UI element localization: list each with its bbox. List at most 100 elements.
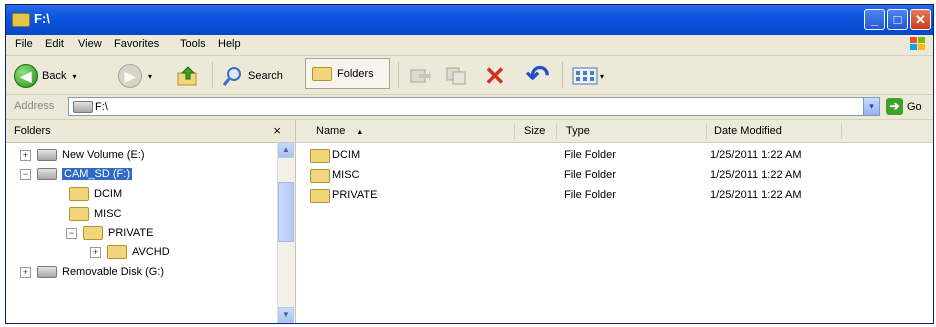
minimize-button[interactable]: _ [864,9,885,30]
search-label: Search [248,70,283,82]
column-divider[interactable] [841,123,842,139]
go-button[interactable]: ➔ Go [886,98,922,115]
expand-icon[interactable]: + [20,266,31,278]
column-header-name[interactable]: Name ▲ [316,125,363,137]
file-name: DCIM [332,149,361,161]
column-divider[interactable] [706,123,707,139]
search-icon [222,67,241,86]
folders-pane: Folders × + New Volume (E:) − CAM_SD (F:… [6,120,296,323]
menu-tools[interactable]: Tools [180,38,206,50]
maximize-button[interactable]: □ [887,9,908,30]
back-label: Back [42,70,67,82]
file-list-pane: Name ▲ Size Type Date Modified DCIM File… [296,120,933,323]
forward-dropdown-icon[interactable]: ▾ [148,72,152,81]
address-value: F:\ [95,101,108,113]
toolbar: ◀ Back ▾ ▶ ▾ Search Folders ✕ ↶ ▾ [6,56,933,95]
file-row[interactable]: DCIM File Folder 1/25/2011 1:22 AM [296,147,933,165]
folders-label: Folders [337,67,374,80]
column-header-size[interactable]: Size [524,125,545,137]
undo-button[interactable]: ↶ [526,62,549,90]
column-headers: Name ▲ Size Type Date Modified [296,120,933,143]
tree-item-cam-sd[interactable]: − CAM_SD (F:) [20,165,132,183]
go-label: Go [907,100,922,113]
folder-icon [310,149,330,163]
collapse-icon[interactable]: − [20,168,31,180]
scroll-thumb[interactable] [278,182,294,242]
column-header-date-modified[interactable]: Date Modified [714,125,782,137]
views-button[interactable]: ▾ [572,64,604,88]
close-button[interactable]: ✕ [910,9,931,30]
views-dropdown-icon[interactable]: ▾ [600,72,604,81]
tree-item-dcim[interactable]: DCIM [69,185,122,203]
tree-item-avchd[interactable]: + AVCHD [90,243,170,261]
tree-item-private[interactable]: − PRIVATE [66,224,153,242]
move-to-icon [410,69,431,83]
menu-favorites[interactable]: Favorites [114,38,159,50]
menu-file[interactable]: File [15,38,33,50]
file-date-modified: 1/25/2011 1:22 AM [710,149,802,161]
menu-help[interactable]: Help [218,38,241,50]
folders-button[interactable]: Folders [305,58,390,89]
tree-item-label: DCIM [94,188,123,200]
folder-icon [12,13,30,27]
file-type: File Folder [564,169,616,181]
file-name: PRIVATE [332,189,378,201]
folders-pane-title: Folders [14,125,51,137]
go-arrow-icon: ➔ [886,98,903,115]
file-row[interactable]: PRIVATE File Folder 1/25/2011 1:22 AM [296,187,933,205]
back-arrow-icon: ◀ [14,64,38,88]
menu-view[interactable]: View [78,38,102,50]
back-dropdown-icon[interactable]: ▾ [72,72,76,81]
file-date-modified: 1/25/2011 1:22 AM [710,169,802,181]
tree-item-label: MISC [94,208,122,220]
back-button[interactable]: ◀ Back ▾ [14,64,76,88]
file-row[interactable]: MISC File Folder 1/25/2011 1:22 AM [296,167,933,185]
column-header-type[interactable]: Type [566,125,590,137]
address-label: Address [14,100,55,112]
search-button[interactable]: Search [222,64,283,88]
file-type: File Folder [564,189,616,201]
copy-to-icon [446,67,466,85]
collapse-icon[interactable]: − [66,227,77,239]
expand-icon[interactable]: + [90,246,101,258]
explorer-window: F:\ _ □ ✕ File Edit View Favorites Tools… [5,4,934,324]
address-input[interactable]: F:\ [68,97,865,116]
folders-scrollbar[interactable]: ▲ ▼ [277,142,295,323]
forward-arrow-icon: ▶ [118,64,142,88]
folder-icon [107,245,127,259]
tree-item-label: PRIVATE [108,227,154,239]
folder-icon [69,207,89,221]
move-to-button[interactable] [409,64,431,88]
address-bar: Address F:\ ▾ ➔ Go [6,95,933,120]
title-bar[interactable]: F:\ _ □ ✕ [6,5,933,35]
tree-item-label: Removable Disk (G:) [62,266,165,278]
delete-icon: ✕ [484,61,506,91]
tree-item-new-volume[interactable]: + New Volume (E:) [20,146,145,164]
scroll-up-button[interactable]: ▲ [278,142,294,158]
folders-pane-close-button[interactable]: × [273,123,281,138]
column-name-label: Name [316,125,346,137]
tree-item-misc[interactable]: MISC [69,205,122,223]
up-folder-button[interactable] [176,64,200,88]
drive-icon [73,101,93,113]
expand-icon[interactable]: + [20,149,31,161]
folders-icon [312,66,332,81]
drive-icon [37,266,57,278]
tree-item-label: CAM_SD (F:) [62,168,132,180]
tree-item-label: AVCHD [132,246,170,258]
menu-edit[interactable]: Edit [45,38,64,50]
folder-icon [83,226,103,240]
tree-item-removable-disk[interactable]: + Removable Disk (G:) [20,263,164,281]
forward-button[interactable]: ▶ ▾ [118,64,152,88]
scroll-down-button[interactable]: ▼ [278,307,294,323]
column-divider[interactable] [556,123,557,139]
address-dropdown-button[interactable]: ▾ [863,97,880,116]
copy-to-button[interactable] [445,64,467,88]
folders-pane-header: Folders × [6,120,295,143]
drive-icon [37,149,57,161]
tree-item-label: New Volume (E:) [62,149,145,161]
column-divider[interactable] [514,123,515,139]
folder-icon [310,169,330,183]
views-icon [572,67,598,85]
delete-button[interactable]: ✕ [484,61,506,91]
